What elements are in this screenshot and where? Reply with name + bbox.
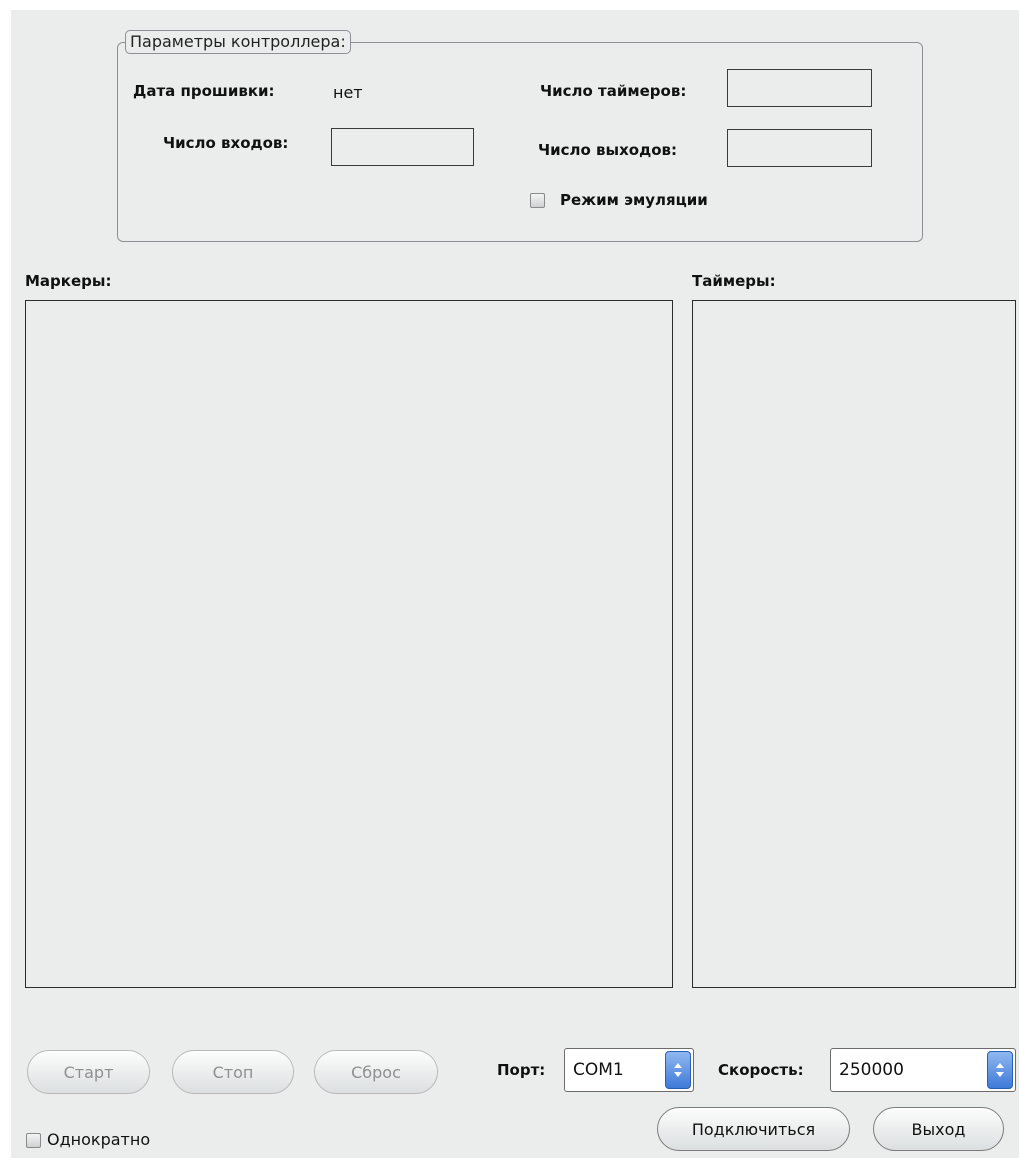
timers-label: Таймеры: (692, 272, 776, 290)
exit-button[interactable]: Выход (873, 1107, 1004, 1151)
emulation-mode-checkbox[interactable] (530, 193, 545, 208)
port-select[interactable]: COM1 (564, 1048, 694, 1092)
up-down-arrows-icon[interactable] (665, 1051, 691, 1089)
firmware-date-value: нет (333, 83, 363, 102)
timers-count-field (727, 69, 872, 107)
firmware-date-label: Дата прошивки: (133, 82, 275, 100)
start-button[interactable]: Старт (27, 1050, 150, 1094)
inputs-count-label: Число входов: (163, 134, 289, 152)
timers-list[interactable] (692, 300, 1016, 988)
port-value: COM1 (573, 1060, 624, 1080)
up-down-arrows-icon[interactable] (987, 1051, 1013, 1089)
speed-value: 250000 (839, 1060, 904, 1080)
port-label: Порт: (497, 1061, 546, 1079)
stop-button[interactable]: Стоп (172, 1050, 294, 1094)
once-checkbox[interactable] (26, 1133, 41, 1148)
controller-params-title: Параметры контроллера: (125, 30, 351, 54)
markers-list[interactable] (25, 300, 673, 988)
once-label: Однократно (47, 1130, 151, 1149)
speed-label: Скорость: (718, 1061, 804, 1079)
reset-button[interactable]: Сброс (314, 1050, 438, 1094)
outputs-count-label: Число выходов: (538, 141, 677, 159)
inputs-count-field (331, 128, 474, 166)
timers-count-label: Число таймеров: (540, 82, 687, 100)
markers-label: Маркеры: (25, 272, 112, 290)
emulation-mode-label: Режим эмуляции (560, 191, 708, 209)
outputs-count-field (727, 129, 872, 167)
connect-button[interactable]: Подключиться (657, 1107, 850, 1151)
speed-select[interactable]: 250000 (830, 1048, 1016, 1092)
